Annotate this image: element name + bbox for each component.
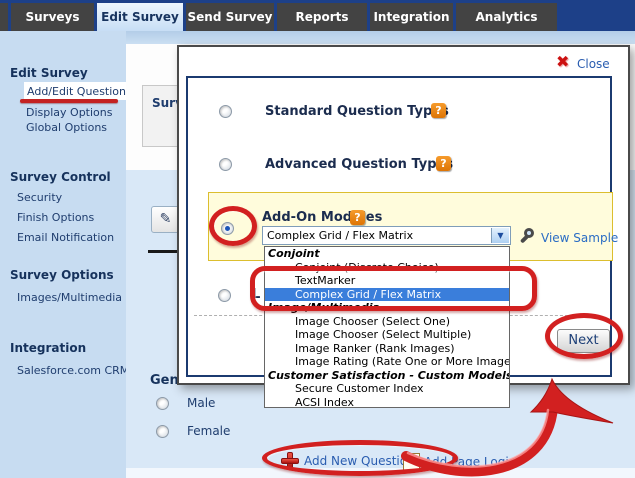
- dropdown-group-customer-satisfaction: Customer Satisfaction - Custom Models: [265, 369, 509, 383]
- sidebar-item-global-options[interactable]: Global Options: [26, 121, 107, 134]
- add-page-logic-link[interactable]: Add Page Logic: [424, 455, 515, 469]
- advanced-question-types-label: Advanced Question Types: [265, 157, 453, 172]
- dropdown-item-acsi-index[interactable]: ACSI Index: [265, 396, 509, 410]
- standard-question-types-label: Standard Question Types: [265, 104, 449, 119]
- sidebar-item-add-edit-questions[interactable]: Add/Edit Questions: [27, 85, 132, 98]
- radio-fourth-option[interactable]: [218, 289, 231, 302]
- sidebar-item-security[interactable]: Security: [17, 191, 62, 204]
- tab-surveys[interactable]: Surveys: [8, 3, 97, 31]
- radio-standard-question-types[interactable]: [219, 105, 232, 118]
- sidebar-item-images-multimedia[interactable]: Images/Multimedia: [17, 291, 122, 304]
- sidebar-item-display-options[interactable]: Display Options: [26, 106, 113, 119]
- dropdown-item-image-chooser-multiple[interactable]: Image Chooser (Select Multiple): [265, 328, 509, 342]
- radio-advanced-question-types[interactable]: [219, 158, 232, 171]
- pencil-icon: ✎: [160, 211, 172, 227]
- view-sample-link[interactable]: View Sample: [541, 231, 618, 245]
- sidebar-section-survey-control: Survey Control: [10, 170, 111, 184]
- dropdown-item-image-chooser-one[interactable]: Image Chooser (Select One): [265, 315, 509, 329]
- dropdown-item-image-ranker[interactable]: Image Ranker (Rank Images): [265, 342, 509, 356]
- fourth-option-label-fragment: L: [252, 287, 260, 302]
- close-link[interactable]: Close: [577, 57, 610, 71]
- page-logic-icon[interactable]: ↪: [403, 453, 420, 471]
- tab-analytics[interactable]: Analytics: [456, 3, 560, 31]
- dropdown-group-image-multimedia: Image/Multimedia: [265, 301, 509, 315]
- app-window: Surveys Edit Survey Send Survey Reports …: [0, 0, 635, 478]
- radio-female[interactable]: [156, 425, 169, 438]
- dropdown-item-textmarker[interactable]: TextMarker: [265, 274, 509, 288]
- close-icon[interactable]: ✖: [556, 52, 569, 71]
- magnifier-icon[interactable]: [519, 227, 539, 247]
- radio-male-label: Male: [187, 396, 215, 410]
- add-new-question-link[interactable]: Add New Question: [304, 454, 415, 468]
- dropdown-item-image-rating[interactable]: Image Rating (Rate One or More Images): [265, 355, 509, 369]
- next-button[interactable]: Next: [557, 329, 610, 353]
- dropdown-item-complex-grid[interactable]: Complex Grid / Flex Matrix: [265, 288, 509, 302]
- radio-female-label: Female: [187, 424, 230, 438]
- dropdown-item-secure-customer-index[interactable]: Secure Customer Index: [265, 382, 509, 396]
- select-value: Complex Grid / Flex Matrix: [267, 229, 413, 242]
- edit-question-toolbar-button[interactable]: ✎: [151, 206, 180, 233]
- sidebar-section-edit-survey: Edit Survey: [10, 66, 88, 80]
- add-plus-icon[interactable]: [281, 452, 299, 470]
- sidebar-item-finish-options[interactable]: Finish Options: [17, 211, 94, 224]
- radio-addon-modules[interactable]: [221, 222, 234, 235]
- sidebar-section-survey-options: Survey Options: [10, 268, 114, 282]
- addon-module-select[interactable]: Complex Grid / Flex Matrix ▼: [262, 226, 511, 245]
- help-icon-standard[interactable]: ?: [431, 103, 446, 118]
- addon-module-dropdown-list: Conjoint Conjoint (Discrete Choice) Text…: [264, 246, 510, 408]
- select-dropdown-arrow-icon[interactable]: ▼: [491, 228, 509, 243]
- tab-send-survey[interactable]: Send Survey: [186, 3, 277, 31]
- bottom-strip: [126, 468, 635, 478]
- tab-edit-survey[interactable]: Edit Survey: [97, 3, 186, 31]
- tab-integration[interactable]: Integration: [370, 3, 456, 31]
- sidebar-item-salesforce-crm[interactable]: Salesforce.com CRM: [17, 364, 129, 377]
- toolbar-tab-underline: [148, 250, 178, 253]
- help-icon-addon[interactable]: ?: [350, 210, 365, 225]
- dropdown-item-conjoint-discrete[interactable]: Conjoint (Discrete Choice): [265, 261, 509, 275]
- sidebar-item-email-notification[interactable]: Email Notification: [17, 231, 114, 244]
- tab-reports[interactable]: Reports: [277, 3, 370, 31]
- help-icon-advanced[interactable]: ?: [436, 156, 451, 171]
- sidebar-section-integration: Integration: [10, 341, 86, 355]
- nav-corner-fill: [560, 3, 635, 31]
- dropdown-group-conjoint: Conjoint: [265, 247, 509, 261]
- radio-male[interactable]: [156, 397, 169, 410]
